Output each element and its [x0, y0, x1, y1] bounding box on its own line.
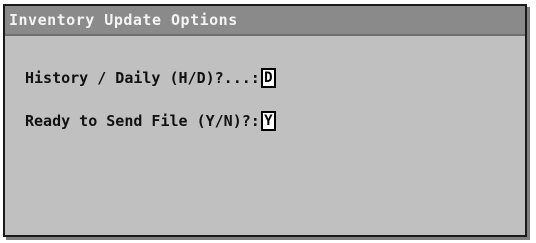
ready-to-send-label: Ready to Send File (Y/N)?:	[25, 112, 260, 130]
title-bar: Inventory Update Options	[5, 6, 525, 36]
ready-to-send-row: Ready to Send File (Y/N)?: Y	[25, 109, 276, 133]
inventory-update-options-window: Inventory Update Options History / Daily…	[3, 4, 527, 237]
ready-to-send-input[interactable]: Y	[260, 111, 276, 131]
history-daily-row: History / Daily (H/D)?...: D	[25, 66, 276, 90]
window-title: Inventory Update Options	[9, 11, 238, 29]
history-daily-input[interactable]: D	[260, 68, 276, 88]
history-daily-label: History / Daily (H/D)?...:	[25, 69, 260, 87]
